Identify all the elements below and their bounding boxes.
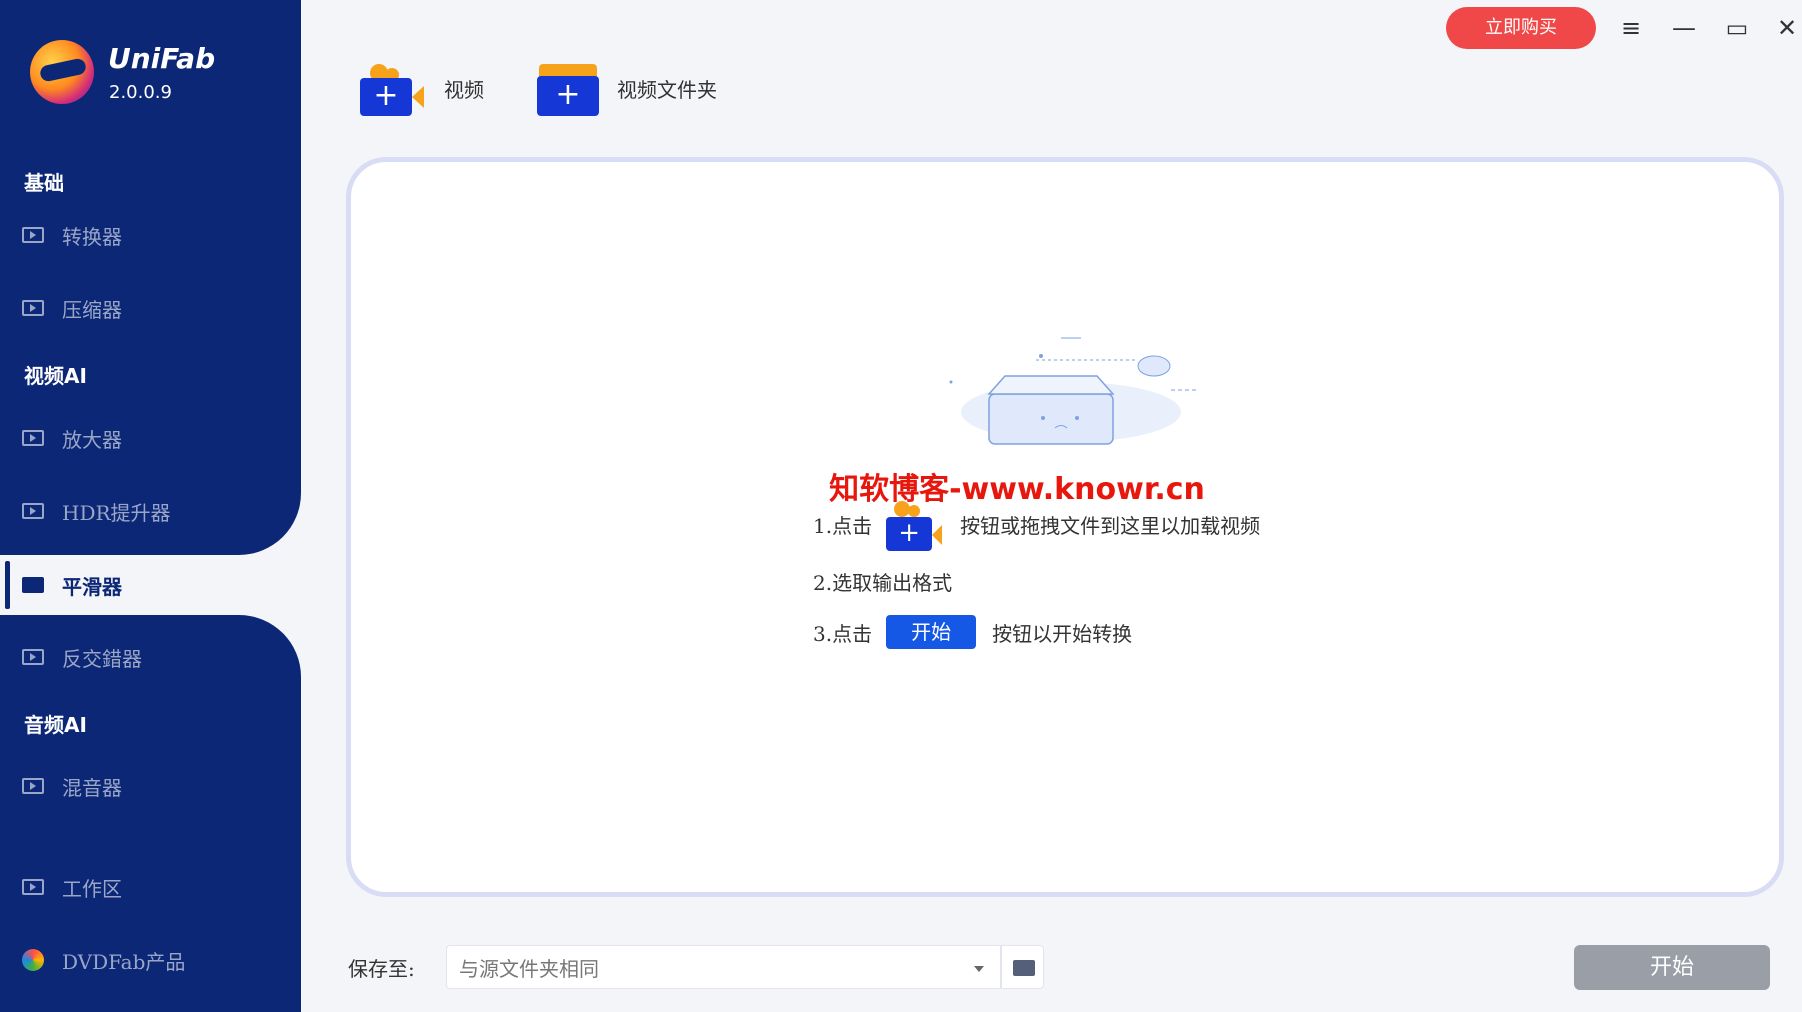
sidebar-bottom-panel: 反交錯器 音频AI 混音器 工作区 DVDFab产品 (0, 615, 301, 1012)
sidebar-item-deinterlacer[interactable]: 反交錯器 (0, 629, 300, 685)
add-video-folder-button[interactable]: + 视频文件夹 (537, 58, 717, 118)
sidebar-item-upscaler[interactable]: 放大器 (0, 410, 300, 466)
smoother-icon (22, 577, 44, 593)
section-video-ai: 视频AI (24, 364, 87, 388)
sidebar-top-panel: UniFab 2.0.0.9 基础 转换器 压缩器 视频AI 放大器 HDR提升… (0, 0, 301, 555)
compressor-icon (22, 300, 44, 316)
add-video-folder-label: 视频文件夹 (617, 77, 717, 102)
start-button-preview: 开始 (886, 615, 977, 649)
section-basic: 基础 (24, 171, 64, 195)
close-icon[interactable]: ✕ (1772, 10, 1802, 46)
sidebar-item-label: 压缩器 (62, 297, 122, 322)
sidebar-item-label: HDR提升器 (62, 500, 171, 525)
add-video-button[interactable]: + 视频 (360, 58, 484, 118)
app-name: UniFab (108, 42, 216, 75)
unifab-logo-icon (30, 40, 94, 104)
start-button[interactable]: 开始 (1574, 945, 1770, 990)
sidebar-item-smoother[interactable]: 平滑器 (0, 555, 301, 615)
folder-icon (1013, 960, 1035, 976)
buy-now-button[interactable]: 立即购买 (1446, 7, 1596, 49)
sidebar-item-label: 反交錯器 (62, 646, 142, 671)
maximize-icon[interactable]: ▭ (1722, 10, 1752, 46)
step3-prefix: 3.点击 (813, 621, 873, 646)
monitor-icon (22, 879, 44, 895)
chevron-down-icon (974, 966, 984, 972)
sidebar-item-compressor[interactable]: 压缩器 (0, 280, 300, 336)
instruction-step-3: 3.点击 开始 按钮以开始转换 (813, 610, 1132, 654)
instruction-step-2: 2.选取输出格式 (813, 559, 952, 603)
sidebar-item-workspace[interactable]: 工作区 (0, 859, 300, 915)
instruction-step-1: 1.点击 + 按钮或拖拽文件到这里以加载视频 (813, 501, 1261, 551)
converter-icon (22, 227, 44, 243)
sidebar-item-label: 平滑器 (62, 574, 122, 599)
sidebar-item-dvdfab-products[interactable]: DVDFab产品 (0, 932, 300, 988)
menu-icon[interactable]: ≡ (1616, 10, 1646, 46)
sidebar-item-converter[interactable]: 转换器 (0, 207, 300, 263)
sidebar-item-label: DVDFab产品 (62, 949, 186, 974)
add-folder-icon: + (537, 60, 601, 116)
save-to-label: 保存至: (348, 957, 415, 981)
step1-suffix: 按钮或拖拽文件到这里以加载视频 (960, 513, 1261, 538)
step1-prefix: 1.点击 (813, 513, 873, 538)
hdr-icon (22, 503, 44, 519)
save-to-dropdown[interactable]: 与源文件夹相同 (446, 945, 1001, 989)
app-version: 2.0.0.9 (109, 82, 172, 103)
active-indicator (5, 561, 10, 609)
sidebar-item-audio-mixer[interactable]: 混音器 (0, 758, 300, 814)
section-audio-ai: 音频AI (24, 713, 87, 737)
sidebar-item-label: 工作区 (62, 876, 122, 901)
brand: UniFab 2.0.0.9 (30, 40, 300, 120)
dvdfab-logo-icon (22, 949, 44, 971)
step2-text: 2.选取输出格式 (813, 570, 953, 595)
sidebar-item-label: 放大器 (62, 427, 122, 452)
browse-folder-button[interactable] (1001, 945, 1044, 989)
add-video-label: 视频 (444, 77, 484, 102)
audio-mixer-icon (22, 778, 44, 794)
add-video-icon: + (360, 60, 428, 116)
minimize-icon[interactable]: — (1669, 10, 1699, 46)
sidebar-item-label: 混音器 (62, 775, 122, 800)
save-to-value: 与源文件夹相同 (459, 956, 599, 981)
sidebar-item-hdr-upconverter[interactable]: HDR提升器 (0, 483, 300, 539)
file-drop-zone[interactable]: 知软博客-www.knowr.cn 1.点击 + 按钮或拖拽文件到这里以加载视频… (346, 157, 1784, 897)
step3-suffix: 按钮以开始转换 (992, 621, 1133, 646)
deinterlacer-icon (22, 649, 44, 665)
sidebar: UniFab 2.0.0.9 基础 转换器 压缩器 视频AI 放大器 HDR提升… (0, 0, 301, 1012)
empty-box-illustration (949, 337, 1196, 445)
sidebar-item-label: 转换器 (62, 224, 122, 249)
add-video-icon[interactable]: + (886, 497, 948, 551)
upscaler-icon (22, 430, 44, 446)
